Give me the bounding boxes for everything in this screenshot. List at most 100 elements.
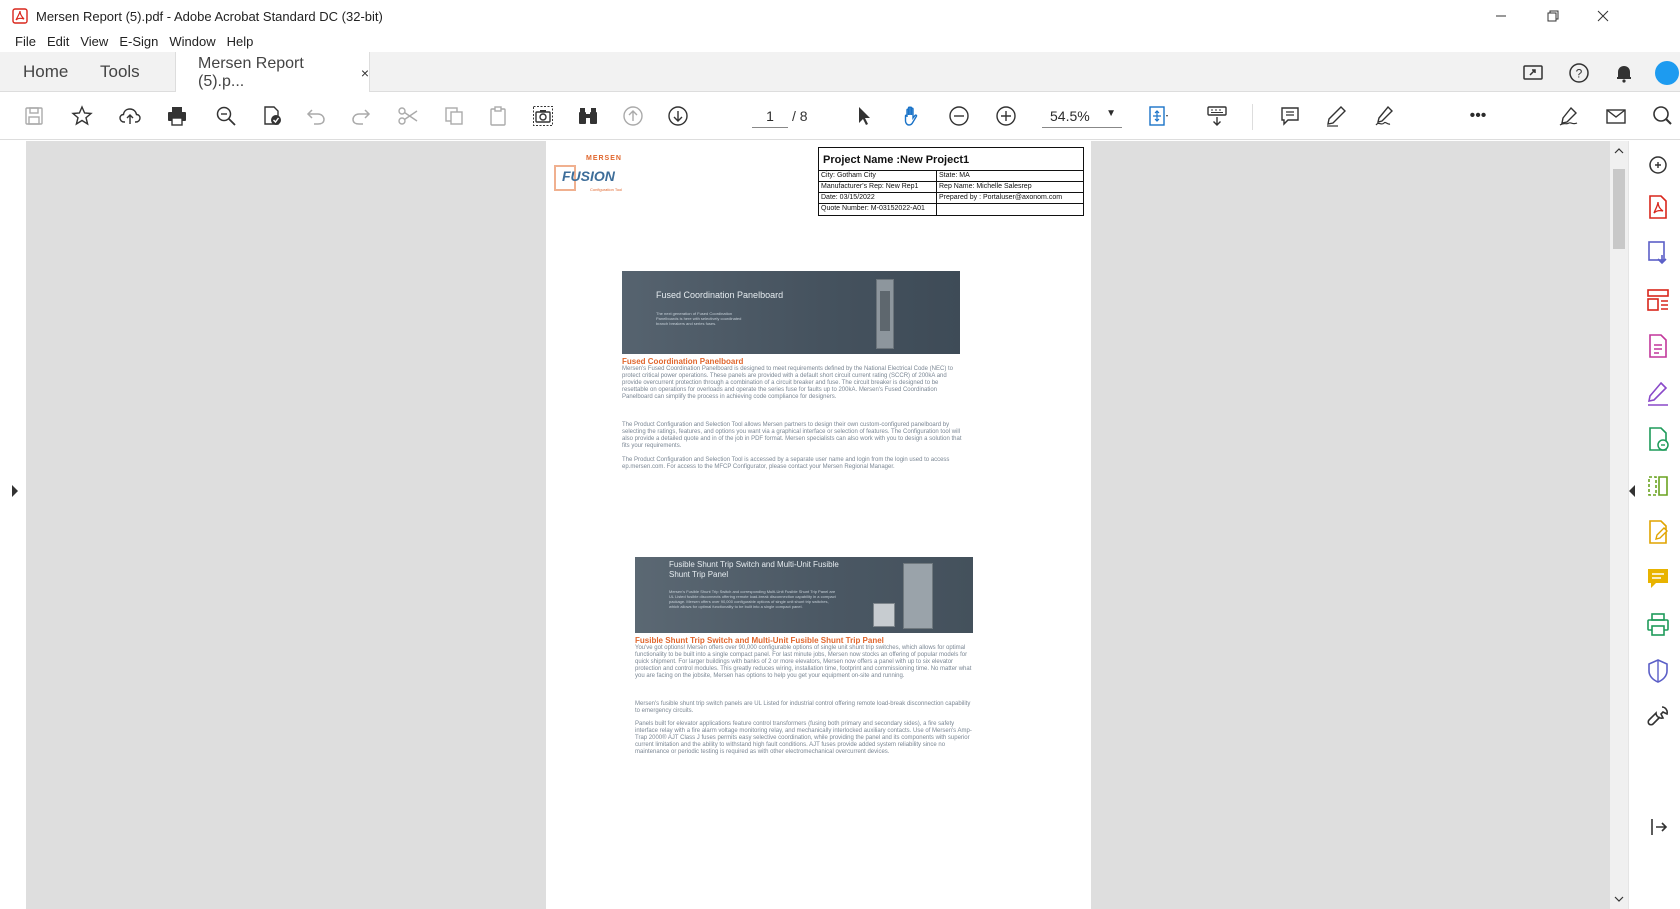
cut-button[interactable] — [394, 102, 422, 130]
tab-close-icon[interactable]: × — [361, 65, 369, 81]
sign-button[interactable] — [1371, 102, 1399, 130]
page-number-input[interactable]: 1 — [752, 106, 788, 128]
snapshot-button[interactable] — [529, 102, 557, 130]
comment-button[interactable] — [1276, 102, 1304, 130]
find-text-button[interactable] — [574, 102, 602, 130]
zoom-out-button[interactable] — [945, 102, 973, 130]
search-tools-icon[interactable] — [1644, 151, 1672, 179]
document-check-icon — [264, 106, 281, 125]
collapse-pane-icon[interactable] — [1644, 813, 1672, 841]
organize-pages-icon[interactable] — [1644, 286, 1672, 314]
table-row: City: Gotham City State: MA — [819, 171, 1083, 182]
clipboard-icon — [490, 106, 506, 126]
print-production-icon[interactable] — [1644, 611, 1672, 639]
save-icon — [25, 107, 43, 125]
menu-file[interactable]: File — [15, 34, 36, 49]
share-screen-icon — [1523, 65, 1543, 80]
panelboard-banner-image: Fused Coordination Panelboard The next g… — [622, 271, 960, 354]
table-cell: Manufacturer's Rep: New Rep1 — [819, 182, 937, 192]
protect-shield-icon[interactable] — [1644, 657, 1672, 685]
bell-icon — [1617, 66, 1631, 83]
copy-button[interactable] — [440, 102, 468, 130]
arrow-down-circle-icon — [668, 106, 688, 126]
sign-tool-icon[interactable] — [1644, 379, 1672, 407]
table-cell: Date: 03/15/2022 — [819, 193, 937, 203]
undo-icon — [306, 109, 325, 125]
star-icon — [71, 105, 93, 126]
edit-pdf-icon[interactable] — [1644, 332, 1672, 360]
fit-page-icon — [1149, 106, 1168, 126]
pen-icon — [1327, 106, 1346, 127]
keyboard-down-icon — [1207, 106, 1227, 126]
comment-tool-icon[interactable] — [1644, 564, 1672, 592]
tab-document[interactable]: Mersen Report (5).p... × — [175, 52, 370, 93]
shunt-trip-banner-image: Fusible Shunt Trip Switch and Multi-Unit… — [635, 557, 973, 633]
plus-circle-icon — [996, 106, 1016, 126]
menu-edit[interactable]: Edit — [47, 34, 69, 49]
restore-button[interactable] — [1530, 0, 1576, 32]
menu-view[interactable]: View — [80, 34, 108, 49]
table-cell: Rep Name: Michelle Salesrep — [939, 183, 1032, 190]
comment-icon — [1281, 107, 1299, 126]
notifications-button[interactable] — [1611, 60, 1637, 86]
document-viewport[interactable]: MERSEN FUSION Configuration Tool Project… — [26, 141, 1610, 909]
upload-cloud-button[interactable] — [116, 102, 144, 130]
highlight-button[interactable] — [1322, 102, 1350, 130]
send-for-signature-icon[interactable] — [1644, 425, 1672, 453]
minus-circle-icon — [949, 106, 969, 126]
rotate-check-button[interactable] — [258, 102, 286, 130]
fill-sign-button[interactable] — [1555, 102, 1583, 130]
section1-paragraph-3: The Product Configuration and Selection … — [622, 457, 950, 470]
copy-icon — [445, 107, 463, 125]
more-tools-wrench-icon[interactable] — [1644, 703, 1672, 731]
section2-paragraph-1: You've got options! Mersen offers over 9… — [635, 645, 972, 679]
banner-title: Fused Coordination Panelboard — [656, 290, 784, 300]
zoom-level-dropdown[interactable]: 54.5% ▼ — [1042, 106, 1122, 128]
create-pdf-icon[interactable] — [1644, 193, 1672, 221]
undo-button[interactable] — [302, 102, 330, 130]
help-button[interactable]: ? — [1566, 60, 1592, 86]
save-button[interactable] — [20, 102, 48, 130]
search-document-button[interactable] — [1648, 102, 1676, 130]
more-tools-button[interactable]: ••• — [1460, 102, 1496, 130]
find-button[interactable] — [212, 102, 240, 130]
hand-tool-button[interactable] — [898, 102, 926, 130]
close-window-button[interactable] — [1580, 0, 1626, 32]
zoom-level-value: 54.5% — [1050, 108, 1090, 124]
email-button[interactable] — [1602, 102, 1630, 130]
cursor-arrow-icon — [859, 107, 870, 125]
tab-tools[interactable]: Tools — [100, 52, 140, 92]
compare-files-icon[interactable] — [1644, 472, 1672, 500]
right-pane-toggle[interactable] — [1628, 141, 1636, 909]
zoom-in-button[interactable] — [992, 102, 1020, 130]
export-pdf-icon[interactable] — [1644, 239, 1672, 267]
section1-paragraph-1: Mersen's Fused Coordination Panelboard i… — [622, 366, 953, 400]
scrollbar-thumb[interactable] — [1613, 169, 1625, 249]
paste-button[interactable] — [484, 102, 512, 130]
user-avatar-button[interactable] — [1654, 60, 1680, 86]
next-page-button[interactable] — [664, 102, 692, 130]
fill-form-icon[interactable] — [1644, 518, 1672, 546]
menu-window[interactable]: Window — [169, 34, 215, 49]
menu-esign[interactable]: E-Sign — [119, 34, 158, 49]
share-screen-button[interactable] — [1520, 60, 1546, 86]
shunt-trip-product-image — [903, 563, 933, 629]
mersen-fusion-logo: MERSEN FUSION Configuration Tool — [554, 155, 634, 207]
left-pane-toggle[interactable] — [0, 141, 26, 909]
tab-home[interactable]: Home — [23, 52, 68, 92]
redo-button[interactable] — [347, 102, 375, 130]
print-button[interactable] — [163, 102, 191, 130]
bookmark-button[interactable] — [68, 102, 96, 130]
page-fit-button[interactable] — [1144, 102, 1172, 130]
select-tool-button[interactable] — [850, 102, 878, 130]
tab-bar: Home Tools Mersen Report (5).p... × — [0, 52, 1680, 93]
help-icon: ? — [1569, 63, 1589, 83]
avatar-icon — [1655, 61, 1679, 85]
vertical-scrollbar[interactable] — [1610, 141, 1628, 909]
scroll-mode-button[interactable] — [1203, 102, 1231, 130]
menu-help[interactable]: Help — [227, 34, 254, 49]
table-row: Quote Number: M-03152022-A01 — [819, 204, 1083, 215]
previous-page-button[interactable] — [619, 102, 647, 130]
minimize-button[interactable] — [1478, 0, 1524, 32]
table-row: Manufacturer's Rep: New Rep1 Rep Name: M… — [819, 182, 1083, 193]
